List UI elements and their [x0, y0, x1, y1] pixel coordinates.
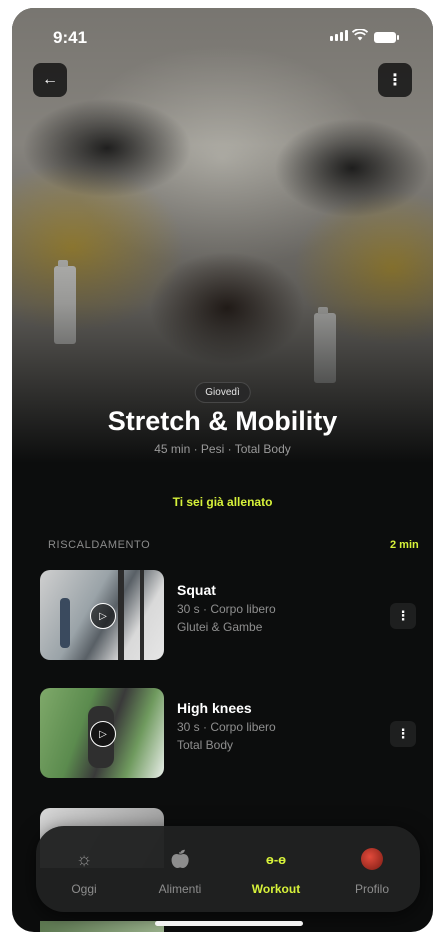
exercise-name: High knees — [177, 700, 252, 716]
dumbbell-icon: ɵ-ɵ — [265, 851, 287, 867]
exercise-thumbnail-partial[interactable] — [40, 921, 164, 932]
more-vertical-icon: ⋮ — [387, 72, 403, 89]
exercise-name: Squat — [177, 582, 216, 598]
status-bar: 9:41 — [12, 8, 433, 52]
sun-icon: ☼ — [75, 848, 93, 869]
back-arrow-icon: ← — [42, 71, 58, 88]
exercise-more-button[interactable]: ⋮ — [390, 721, 416, 747]
wifi-icon — [351, 28, 369, 44]
back-button[interactable]: ← — [33, 63, 67, 97]
tab-profilo[interactable]: Profilo — [324, 826, 420, 912]
exercise-more-button[interactable]: ⋮ — [390, 603, 416, 629]
exercise-row[interactable]: ▷ Squat 30 s · Corpo libero Glutei & Gam… — [40, 570, 416, 662]
tab-bar: ☼ Oggi 🍎︎ Alimenti ɵ-ɵ Workout Profilo — [36, 826, 420, 912]
section-duration: 2 min — [390, 539, 419, 551]
tab-workout[interactable]: ɵ-ɵ Workout — [228, 826, 324, 912]
apple-icon: 🍎︎ — [168, 848, 192, 869]
already-trained-notice: Ti sei già allenato — [172, 495, 273, 509]
workout-title: Stretch & Mobility — [107, 406, 338, 436]
day-badge: Giovedì — [194, 382, 251, 403]
battery-icon — [374, 32, 399, 43]
exercise-meta: 30 s · Corpo libero — [177, 720, 276, 734]
exercise-thumbnail[interactable]: ▷ — [40, 688, 164, 778]
tab-label: Alimenti — [158, 882, 202, 896]
tab-label: Oggi — [71, 882, 97, 896]
exercise-thumbnail[interactable]: ▷ — [40, 570, 164, 660]
workout-subtitle: 45 min · Pesi · Total Body — [154, 442, 291, 456]
play-icon[interactable]: ▷ — [90, 721, 116, 747]
exercise-meta: 30 s · Corpo libero — [177, 602, 276, 616]
exercise-target: Total Body — [177, 738, 234, 752]
phone-screen: 9:41 ← ⋮ Giovedì Stretch & Mobility 45 m… — [12, 8, 433, 932]
tab-oggi[interactable]: ☼ Oggi — [36, 826, 132, 912]
tab-label: Profilo — [354, 882, 389, 896]
tab-label: Workout — [251, 882, 301, 896]
exercise-row[interactable]: ▷ High knees 30 s · Corpo libero Total B… — [40, 688, 416, 780]
status-time: 9:41 — [53, 28, 88, 47]
avatar — [361, 848, 383, 870]
exercise-target: Glutei & Gambe — [177, 620, 263, 634]
home-indicator[interactable] — [155, 921, 303, 926]
more-options-button[interactable]: ⋮ — [378, 63, 412, 97]
play-icon[interactable]: ▷ — [90, 603, 116, 629]
section-title: RISCALDAMENTO — [48, 539, 151, 551]
tab-alimenti[interactable]: 🍎︎ Alimenti — [132, 826, 228, 912]
signal-icon — [330, 30, 348, 41]
